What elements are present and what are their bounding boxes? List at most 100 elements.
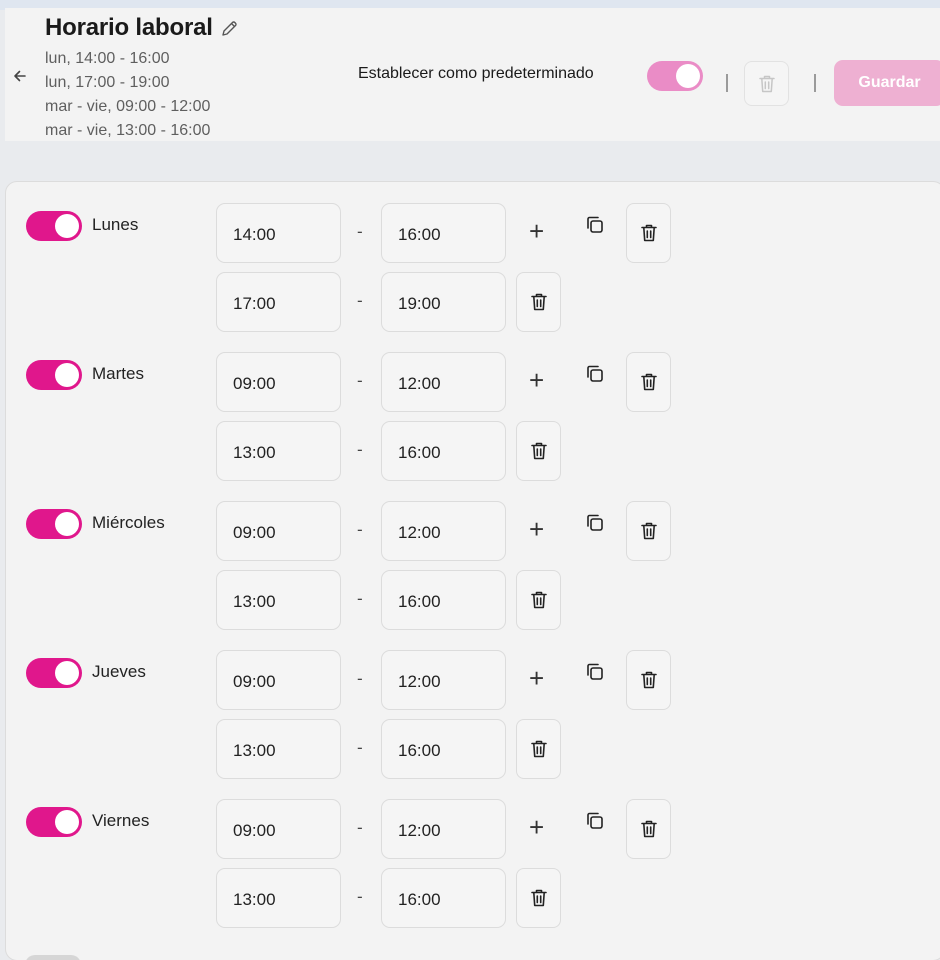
toggle-knob bbox=[55, 661, 79, 685]
trash-icon bbox=[640, 522, 657, 540]
delete-slot-button[interactable] bbox=[516, 421, 561, 481]
start-time-input[interactable]: 09:00 bbox=[216, 352, 341, 412]
end-time-input[interactable]: 16:00 bbox=[381, 203, 506, 263]
end-time-input[interactable]: 12:00 bbox=[381, 501, 506, 561]
add-slot-button[interactable]: + bbox=[529, 364, 544, 396]
delete-slot-button[interactable] bbox=[516, 719, 561, 779]
trash-icon bbox=[530, 889, 547, 907]
delete-slot-button[interactable] bbox=[516, 570, 561, 630]
day-toggle[interactable] bbox=[26, 807, 82, 837]
weekly-schedule-card: Lunes 14:00-16:00 +17:00-19:00 Martes 09:00-… bbox=[5, 181, 940, 960]
range-separator: - bbox=[357, 222, 363, 241]
delete-day-button[interactable] bbox=[626, 650, 671, 710]
time-slot: 09:00-12:00 + bbox=[216, 352, 696, 412]
trash-icon bbox=[530, 442, 547, 460]
end-time-input[interactable]: 16:00 bbox=[381, 719, 506, 779]
trash-icon bbox=[640, 224, 657, 242]
time-slot: 13:00-16:00 bbox=[216, 421, 696, 481]
range-separator: - bbox=[357, 440, 363, 459]
trash-icon bbox=[530, 591, 547, 609]
day-name: Miércoles bbox=[92, 513, 165, 532]
start-time-input[interactable]: 13:00 bbox=[216, 421, 341, 481]
toggle-knob bbox=[55, 512, 79, 536]
toggle-knob bbox=[676, 64, 700, 88]
save-button[interactable]: Guardar bbox=[834, 60, 940, 106]
add-slot-button[interactable]: + bbox=[529, 662, 544, 694]
delete-slot-button[interactable] bbox=[516, 272, 561, 332]
start-time-input[interactable]: 09:00 bbox=[216, 501, 341, 561]
day-toggle[interactable] bbox=[26, 211, 82, 241]
copy-icon[interactable] bbox=[584, 363, 606, 385]
range-separator: - bbox=[357, 520, 363, 539]
copy-icon[interactable] bbox=[584, 661, 606, 683]
summary-line: lun, 14:00 - 16:00 bbox=[45, 50, 170, 67]
end-time-input[interactable]: 12:00 bbox=[381, 352, 506, 412]
copy-icon[interactable] bbox=[584, 810, 606, 832]
end-time-input[interactable]: 16:00 bbox=[381, 570, 506, 630]
toggle-knob bbox=[55, 214, 79, 238]
end-time-input[interactable]: 16:00 bbox=[381, 421, 506, 481]
day-toggle[interactable] bbox=[26, 509, 82, 539]
day-toggle[interactable] bbox=[26, 360, 82, 390]
range-separator: - bbox=[357, 371, 363, 390]
divider bbox=[726, 74, 728, 92]
time-slot: 09:00-12:00 + bbox=[216, 799, 696, 859]
time-slot: 13:00-16:00 bbox=[216, 719, 696, 779]
delete-day-button[interactable] bbox=[626, 203, 671, 263]
end-time-input[interactable]: 12:00 bbox=[381, 650, 506, 710]
schedule-header: Horario laboral lun, 14:00 - 16:00 lun, … bbox=[5, 8, 940, 141]
day-name: Viernes bbox=[92, 811, 150, 830]
start-time-input[interactable]: 09:00 bbox=[216, 799, 341, 859]
summary-line: lun, 17:00 - 19:00 bbox=[45, 74, 170, 91]
delete-schedule-button[interactable] bbox=[744, 61, 789, 106]
trash-icon bbox=[640, 671, 657, 689]
set-default-toggle[interactable] bbox=[647, 61, 703, 91]
title-row: Horario laboral bbox=[45, 14, 239, 42]
delete-day-button[interactable] bbox=[626, 352, 671, 412]
range-separator: - bbox=[357, 589, 363, 608]
start-time-input[interactable]: 17:00 bbox=[216, 272, 341, 332]
day-toggle-partial[interactable] bbox=[25, 955, 81, 960]
delete-slot-button[interactable] bbox=[516, 868, 561, 928]
range-separator: - bbox=[357, 887, 363, 906]
range-separator: - bbox=[357, 738, 363, 757]
add-slot-button[interactable]: + bbox=[529, 811, 544, 843]
start-time-input[interactable]: 14:00 bbox=[216, 203, 341, 263]
start-time-input[interactable]: 09:00 bbox=[216, 650, 341, 710]
start-time-input[interactable]: 13:00 bbox=[216, 570, 341, 630]
delete-day-button[interactable] bbox=[626, 799, 671, 859]
copy-icon[interactable] bbox=[584, 512, 606, 534]
range-separator: - bbox=[357, 291, 363, 310]
back-arrow-icon[interactable] bbox=[10, 66, 30, 86]
day-name: Jueves bbox=[92, 662, 146, 681]
trash-icon bbox=[640, 373, 657, 391]
start-time-input[interactable]: 13:00 bbox=[216, 868, 341, 928]
day-toggle[interactable] bbox=[26, 658, 82, 688]
time-slot: 13:00-16:00 bbox=[216, 570, 696, 630]
end-time-input[interactable]: 19:00 bbox=[381, 272, 506, 332]
set-default-label: Establecer como predeterminado bbox=[358, 65, 594, 82]
divider bbox=[814, 74, 816, 92]
delete-day-button[interactable] bbox=[626, 501, 671, 561]
time-slot: 09:00-12:00 + bbox=[216, 650, 696, 710]
summary-line: mar - vie, 13:00 - 16:00 bbox=[45, 122, 211, 139]
trash-icon bbox=[530, 293, 547, 311]
page-title: Horario laboral bbox=[45, 14, 213, 41]
time-slot: 13:00-16:00 bbox=[216, 868, 696, 928]
schedule-summary: lun, 14:00 - 16:00 lun, 17:00 - 19:00 ma… bbox=[45, 47, 210, 143]
edit-pencil-icon[interactable] bbox=[219, 19, 239, 39]
day-name: Martes bbox=[92, 364, 144, 383]
trash-icon bbox=[640, 820, 657, 838]
range-separator: - bbox=[357, 669, 363, 688]
start-time-input[interactable]: 13:00 bbox=[216, 719, 341, 779]
copy-icon[interactable] bbox=[584, 214, 606, 236]
trash-icon bbox=[530, 740, 547, 758]
trash-icon bbox=[758, 75, 775, 92]
time-slot: 17:00-19:00 bbox=[216, 272, 696, 332]
add-slot-button[interactable]: + bbox=[529, 215, 544, 247]
time-slot: 14:00-16:00 + bbox=[216, 203, 696, 263]
end-time-input[interactable]: 16:00 bbox=[381, 868, 506, 928]
end-time-input[interactable]: 12:00 bbox=[381, 799, 506, 859]
toggle-knob bbox=[55, 810, 79, 834]
add-slot-button[interactable]: + bbox=[529, 513, 544, 545]
